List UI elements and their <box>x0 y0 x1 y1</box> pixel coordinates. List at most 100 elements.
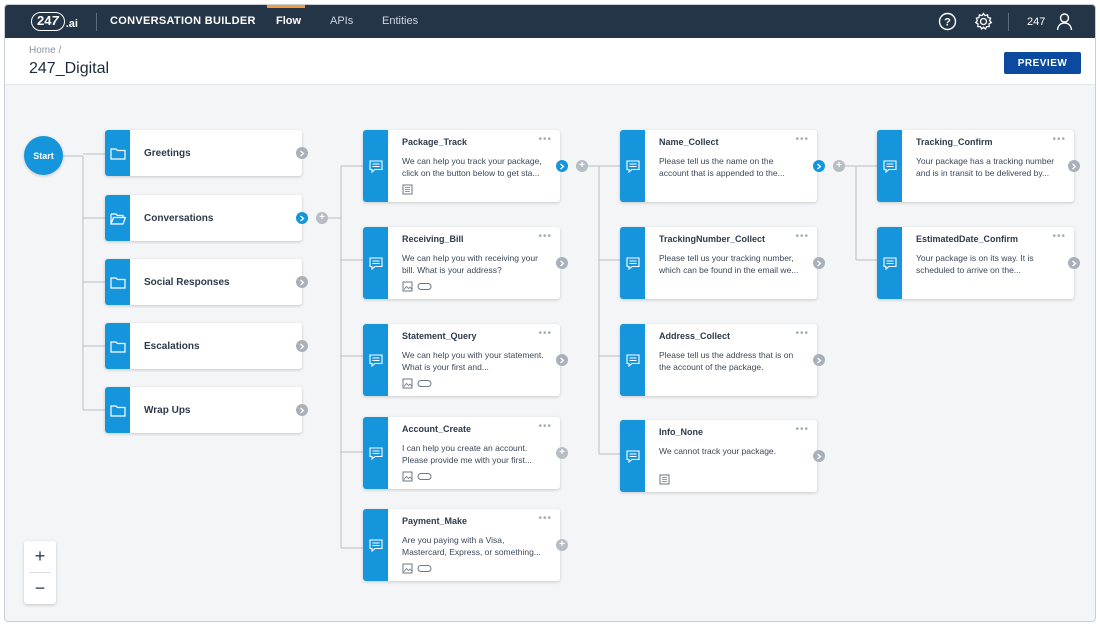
image-icon[interactable] <box>402 563 413 574</box>
chevron-right-icon[interactable] <box>1068 160 1080 172</box>
folder-conversations[interactable]: Conversations + <box>105 195 328 241</box>
gear-icon[interactable] <box>974 12 993 31</box>
folder-escalations[interactable]: Escalations <box>105 323 308 369</box>
node-info-none[interactable]: Info_None ••• We cannot track your packa… <box>620 420 825 492</box>
node-name: Package_Track <box>402 137 468 147</box>
folder-stripe <box>105 130 130 176</box>
message-icon <box>368 256 383 270</box>
table-icon[interactable] <box>659 474 670 485</box>
chevron-right-icon[interactable] <box>296 340 308 352</box>
more-options-icon[interactable]: ••• <box>795 424 809 435</box>
tab-flow[interactable]: Flow <box>276 15 301 27</box>
node-description: We can help you with receiving your bill… <box>402 253 538 275</box>
node-tracking-confirm[interactable]: Tracking_Confirm ••• Your package has a … <box>877 130 1080 202</box>
node-stripe <box>620 227 645 299</box>
node-name: Payment_Make <box>402 516 468 526</box>
node-payment-make[interactable]: Payment_Make ••• Are you paying with a V… <box>363 509 568 581</box>
more-options-icon[interactable]: ••• <box>1052 134 1066 145</box>
more-options-icon[interactable]: ••• <box>795 328 809 339</box>
tab-entities[interactable]: Entities <box>382 15 418 27</box>
folder-greetings[interactable]: Greetings <box>105 130 308 176</box>
zoom-out-button[interactable]: − <box>24 573 56 604</box>
image-icon[interactable] <box>402 378 413 389</box>
message-icon <box>625 256 640 270</box>
attachments <box>402 471 432 482</box>
add-node-button[interactable]: + <box>556 447 568 459</box>
chevron-right-icon[interactable] <box>1068 257 1080 269</box>
more-options-icon[interactable]: ••• <box>538 231 552 242</box>
breadcrumb[interactable]: Home / <box>29 45 61 56</box>
chevron-right-icon[interactable] <box>813 450 825 462</box>
node-description: Please tell us your tracking number, whi… <box>659 253 799 275</box>
node-stripe <box>877 227 902 299</box>
chevron-right-icon[interactable] <box>813 160 825 172</box>
node-stripe <box>363 324 388 396</box>
more-options-icon[interactable]: ••• <box>795 134 809 145</box>
node-package-track[interactable]: Package_Track ••• We can help you track … <box>363 130 588 202</box>
node-name: Address_Collect <box>659 331 731 341</box>
node-name: Tracking_Confirm <box>916 137 993 147</box>
message-icon <box>625 353 640 367</box>
chevron-right-icon[interactable] <box>556 160 568 172</box>
table-icon[interactable] <box>402 184 413 195</box>
chevron-right-icon[interactable] <box>296 404 308 416</box>
svg-text:?: ? <box>944 17 951 29</box>
node-description: We can help you track your package, clic… <box>402 156 542 178</box>
link-icon[interactable] <box>417 282 432 291</box>
node-stripe <box>620 324 645 396</box>
chevron-right-icon[interactable] <box>296 212 308 224</box>
preview-button[interactable]: PREVIEW <box>1004 52 1081 74</box>
link-icon[interactable] <box>417 564 432 573</box>
more-options-icon[interactable]: ••• <box>538 134 552 145</box>
user-label[interactable]: 247 <box>1027 16 1045 28</box>
node-receiving-bill[interactable]: Receiving_Bill ••• We can help you with … <box>363 227 568 299</box>
more-options-icon[interactable]: ••• <box>538 421 552 432</box>
node-description: Your package is on its way. It is schedu… <box>916 253 1034 275</box>
folder-icon <box>109 147 126 160</box>
link-icon[interactable] <box>417 472 432 481</box>
image-icon[interactable] <box>402 471 413 482</box>
zoom-in-button[interactable]: + <box>24 541 56 572</box>
chevron-right-icon[interactable] <box>296 147 308 159</box>
add-node-button[interactable]: + <box>316 212 328 224</box>
active-tab-indicator <box>267 5 305 8</box>
user-icon[interactable] <box>1055 12 1074 31</box>
chevron-right-icon[interactable] <box>556 257 568 269</box>
folder-stripe <box>105 387 130 433</box>
node-estimateddate-confirm[interactable]: EstimatedDate_Confirm ••• Your package i… <box>877 227 1080 299</box>
folder-label: Escalations <box>144 340 200 352</box>
attachments <box>659 474 670 485</box>
flow-canvas[interactable]: Start Greetings Conversations + Social R… <box>5 86 1095 621</box>
node-statement-query[interactable]: Statement_Query ••• We can help you with… <box>363 324 568 396</box>
node-address-collect[interactable]: Address_Collect ••• Please tell us the a… <box>620 324 825 396</box>
node-trackingnumber-collect[interactable]: TrackingNumber_Collect ••• Please tell u… <box>620 227 825 299</box>
top-bar: 247 .ai CONVERSATION BUILDER Flow APIs E… <box>5 5 1095 38</box>
help-icon[interactable]: ? <box>938 12 957 31</box>
more-options-icon[interactable]: ••• <box>538 513 552 524</box>
folder-stripe <box>105 195 130 241</box>
add-node-button[interactable]: + <box>833 160 845 172</box>
logo[interactable]: 247 .ai <box>31 11 78 32</box>
more-options-icon[interactable]: ••• <box>538 328 552 339</box>
chevron-right-icon[interactable] <box>813 354 825 366</box>
node-account-create[interactable]: Account_Create ••• I can help you create… <box>363 417 568 489</box>
node-description: We cannot track your package. <box>659 446 777 456</box>
folder-stripe <box>105 323 130 369</box>
add-node-button[interactable]: + <box>576 160 588 172</box>
more-options-icon[interactable]: ••• <box>1052 231 1066 242</box>
link-icon[interactable] <box>417 379 432 388</box>
node-name-collect[interactable]: Name_Collect ••• Please tell us the name… <box>620 130 845 202</box>
chevron-right-icon[interactable] <box>813 257 825 269</box>
tab-apis[interactable]: APIs <box>330 15 353 27</box>
message-icon <box>368 538 383 552</box>
chevron-right-icon[interactable] <box>556 354 568 366</box>
image-icon[interactable] <box>402 281 413 292</box>
message-icon <box>368 353 383 367</box>
chevron-right-icon[interactable] <box>296 276 308 288</box>
folder-social-responses[interactable]: Social Responses <box>105 259 308 305</box>
start-node[interactable]: Start <box>24 136 63 175</box>
add-node-button[interactable]: + <box>556 539 568 551</box>
folder-wrap-ups[interactable]: Wrap Ups <box>105 387 308 433</box>
more-options-icon[interactable]: ••• <box>795 231 809 242</box>
node-stripe <box>877 130 902 202</box>
